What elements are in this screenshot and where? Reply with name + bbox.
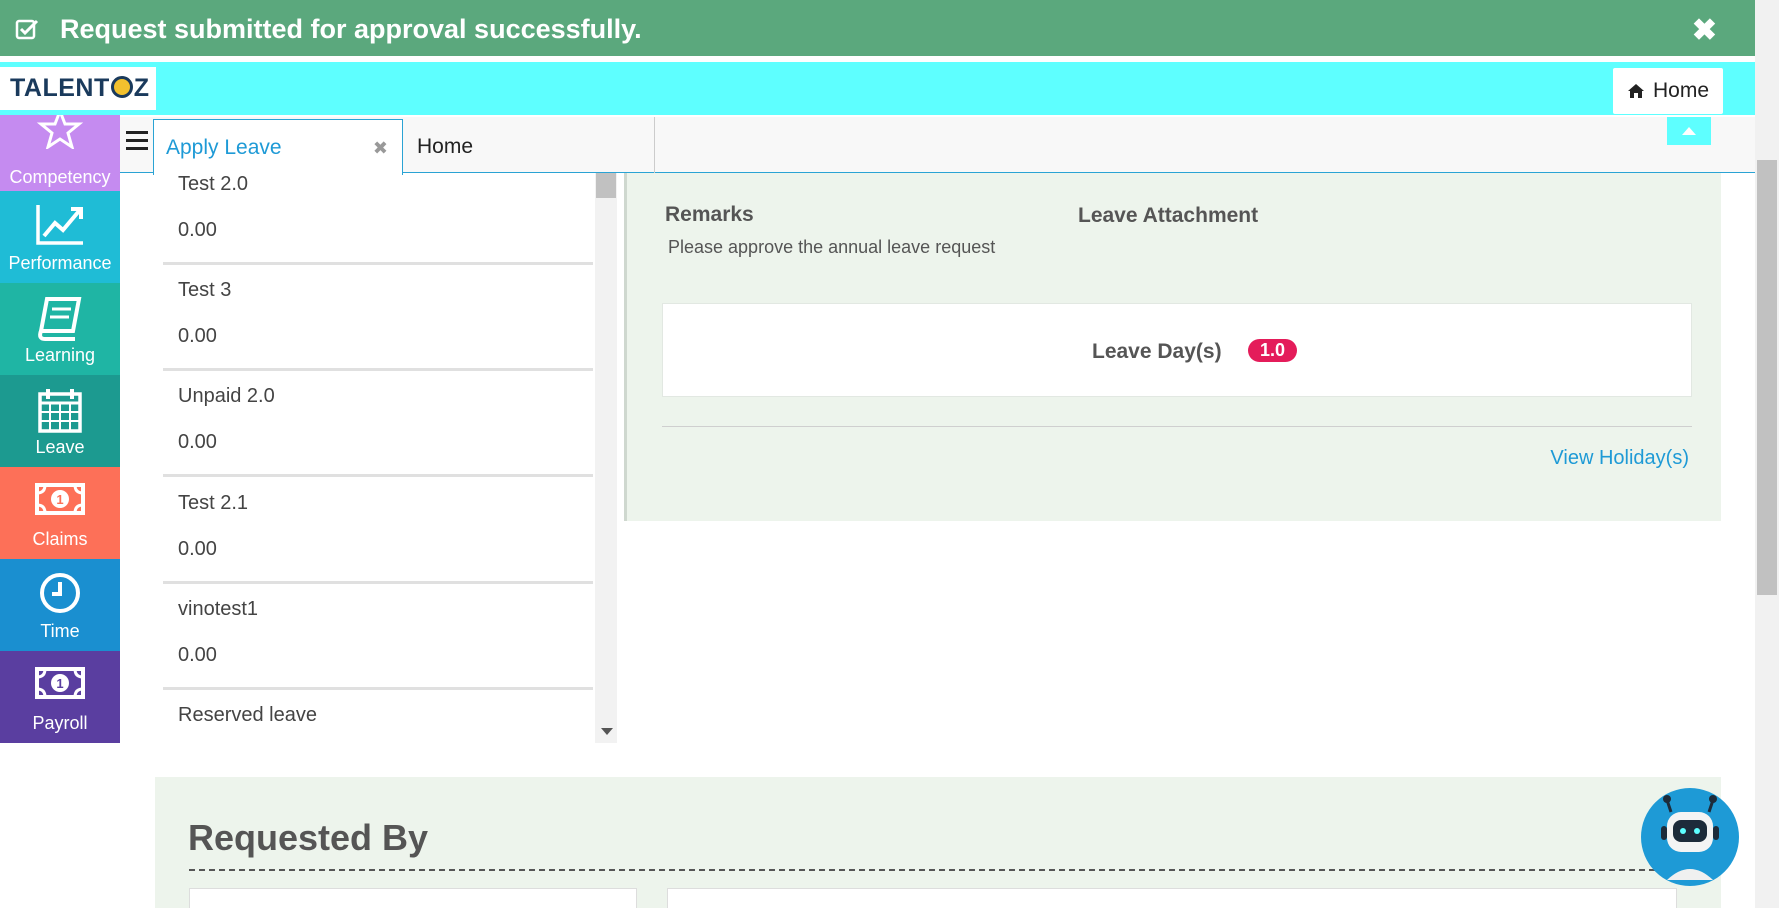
leave-type-name: Test 2.0 [178,173,249,195]
page-scrollbar[interactable] [1755,0,1779,908]
check-square-icon [15,19,39,40]
leave-type-name: Test 2.1 [178,492,249,514]
sidebar-item-leave[interactable]: Leave [0,375,120,467]
module-sidebar: Competency Performance Learning Leave 1 … [0,105,120,743]
tab-bar: Apply Leave ✖ Home [120,117,1755,175]
money-bill-icon: 1 [35,667,85,699]
list-scrollbar-thumb[interactable] [596,173,616,198]
sidebar-item-label: Competency [9,167,111,187]
list-item: Reserved leave [163,690,593,743]
section-title: Requested By [188,817,429,858]
sidebar-item-claims[interactable]: 1 Claims [0,467,120,559]
leave-balance-list: Test 2.0 0.00 Test 3 0.00 Unpaid 2.0 0.0… [163,173,593,743]
leave-type-name: Test 3 [178,279,232,301]
top-header: TALENT Z Home [0,62,1755,115]
leave-days-label: Leave Day(s) [1092,340,1222,363]
leave-balance-value: 0.00 [178,538,217,560]
leave-type-name: vinotest1 [178,598,259,620]
chatbot-button[interactable] [1641,788,1739,886]
toast-close-icon[interactable]: ✖ [1692,16,1717,46]
list-item: vinotest1 0.00 [163,584,593,690]
header-home-button[interactable]: Home [1613,68,1723,114]
leave-type-name: Reserved leave [178,704,317,726]
leave-balance-value: 0.00 [178,644,217,666]
robot-icon [1643,790,1737,884]
remarks-heading: Remarks [665,203,754,226]
sidebar-item-performance[interactable]: Performance [0,191,120,283]
tab-label: Home [417,135,474,158]
tab-close-icon[interactable]: ✖ [373,138,388,159]
leave-request-detail: Remarks Please approve the annual leave … [624,173,1721,521]
sidebar-item-label: Learning [24,345,96,365]
scroll-down-arrow-icon[interactable] [601,728,613,735]
sidebar-item-competency[interactable]: Competency [0,105,120,197]
divider [662,426,1692,427]
requested-by-section: Requested By [155,777,1721,908]
remarks-text: Please approve the annual leave request [668,237,996,257]
sidebar-item-label: Leave [35,437,85,457]
svg-text:1: 1 [56,676,63,691]
home-button-label: Home [1652,79,1710,102]
sidebar-item-payroll[interactable]: 1 Payroll [0,651,120,743]
divider [189,869,1685,871]
leave-days-summary: Leave Day(s) 1.0 [662,303,1692,397]
leave-days-badge: 1.0 [1248,339,1298,362]
leave-balance-value: 0.00 [178,219,217,241]
list-item: Unpaid 2.0 0.00 [163,371,593,477]
sidebar-item-label: Payroll [32,713,88,733]
leave-balance-value: 0.00 [178,431,217,453]
svg-text:1: 1 [56,492,63,507]
list-item: Test 3 0.00 [163,265,593,371]
sidebar-item-label: Performance [8,253,112,273]
sidebar-item-time[interactable]: Time [0,559,120,651]
tab-label: Apply Leave [166,136,282,159]
page-scrollbar-thumb[interactable] [1757,160,1777,595]
collapse-up-button[interactable] [1667,117,1711,145]
tab-home[interactable]: Home [403,117,655,173]
menu-icon[interactable] [126,131,148,151]
calendar-icon [38,389,82,433]
line-chart-icon [36,205,83,245]
clock-icon [40,573,80,613]
requester-details-card [667,888,1677,908]
list-item: Test 2.0 0.00 [163,173,593,265]
leave-attachment-heading: Leave Attachment [1078,204,1259,227]
tab-apply-leave[interactable]: Apply Leave ✖ [153,119,403,175]
sidebar-item-label: Time [40,621,80,641]
home-icon [1627,84,1644,98]
star-icon [36,109,84,149]
money-bill-icon: 1 [35,483,85,515]
caret-up-icon [1682,127,1696,135]
leave-type-name: Unpaid 2.0 [178,385,275,407]
app-root: Request submitted for approval successfu… [0,0,1779,908]
success-toast: Request submitted for approval successfu… [0,0,1755,56]
talentoz-logo[interactable]: TALENT Z [0,67,156,110]
leave-balance-value: 0.00 [178,325,217,347]
book-icon [38,297,82,341]
sidebar-item-label: Claims [32,529,88,549]
sidebar-item-learning[interactable]: Learning [0,283,120,375]
toast-message: Request submitted for approval successfu… [60,14,642,44]
list-item: Test 2.1 0.00 [163,478,593,584]
list-scrollbar[interactable] [595,173,617,743]
logo-text: TALENT Z [10,74,150,102]
view-holidays-link[interactable]: View Holiday(s) [1550,447,1689,470]
requester-card [189,888,637,908]
